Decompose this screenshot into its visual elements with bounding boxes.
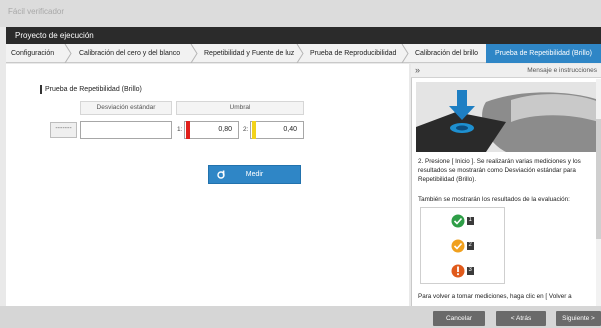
red-threshold-marker	[186, 121, 190, 139]
scrollbar-thumb[interactable]	[596, 119, 601, 239]
threshold-label-1: 1:	[177, 126, 183, 133]
fail-number: 3	[468, 267, 472, 273]
threshold-1-field[interactable]: 0,80	[184, 121, 239, 139]
panel-header: » Mensaje e instrucciones	[411, 64, 601, 78]
pass-number: 1	[468, 217, 472, 223]
tab-configuracion[interactable]: Configuración	[11, 44, 54, 63]
threshold-2-field[interactable]: 0,40	[250, 121, 304, 139]
panel-scrollbar[interactable]	[596, 79, 601, 306]
evaluation-legend: 1 2 3	[420, 207, 505, 284]
warning-number: 2	[468, 242, 472, 248]
evaluation-text: También se mostrarán los resultados de l…	[418, 196, 570, 203]
device-photo	[416, 82, 599, 152]
back-button[interactable]: < Atrás	[496, 311, 546, 326]
warning-row: 2	[451, 239, 475, 258]
step-tabs: Configuración Calibración del cero y del…	[6, 44, 601, 63]
pass-row: 1	[451, 214, 475, 233]
window-title: Fácil verificador	[8, 7, 65, 16]
measure-label: Medir	[245, 171, 264, 178]
next-button[interactable]: Siguiente >	[556, 311, 601, 326]
panel-title: Mensaje e instrucciones	[527, 67, 597, 74]
cancel-button[interactable]: Cancelar	[433, 311, 485, 326]
std-deviation-header: Desviación estándar	[80, 101, 172, 115]
project-title: Proyecto de ejecución	[15, 31, 94, 40]
fail-row: 3	[451, 264, 475, 283]
instrument-illustration	[416, 82, 599, 152]
tab-calibracion-cero[interactable]: Calibración del cero y del blanco	[79, 44, 180, 63]
title-bar: Fácil verificador	[0, 0, 601, 27]
tab-repetibilidad-brillo[interactable]: Prueba de Repetibilidad (Brillo)	[486, 44, 601, 63]
tab-reproducibilidad[interactable]: Prueba de Reproducibilidad	[310, 44, 396, 63]
project-bar: Proyecto de ejecución	[6, 27, 601, 44]
measure-button[interactable]: Medir	[208, 165, 301, 184]
chevron-separator-icon	[401, 44, 409, 63]
tab-calibracion-brillo[interactable]: Calibración del brillo	[415, 44, 478, 63]
footer-instruction-text: Para volver a tomar mediciones, haga cli…	[418, 293, 572, 300]
chevron-separator-icon	[64, 44, 72, 63]
step2-text: 2. Presione [ Inicio ]. Se realizarán va…	[418, 158, 581, 183]
yellow-threshold-marker	[252, 121, 256, 139]
std-deviation-field	[80, 121, 172, 139]
chevron-separator-icon	[190, 44, 198, 63]
section-title: Prueba de Repetibilidad (Brillo)	[40, 85, 142, 94]
measure-icon	[217, 170, 225, 179]
collapse-icon[interactable]: »	[415, 65, 420, 75]
tab-repetibilidad-fuente[interactable]: Repetibilidad y Fuente de luz	[204, 44, 294, 63]
threshold-label-2: 2:	[243, 126, 249, 133]
chevron-separator-icon	[296, 44, 304, 63]
dash-button[interactable]: -------	[50, 122, 77, 138]
threshold-header: Umbral	[176, 101, 304, 115]
